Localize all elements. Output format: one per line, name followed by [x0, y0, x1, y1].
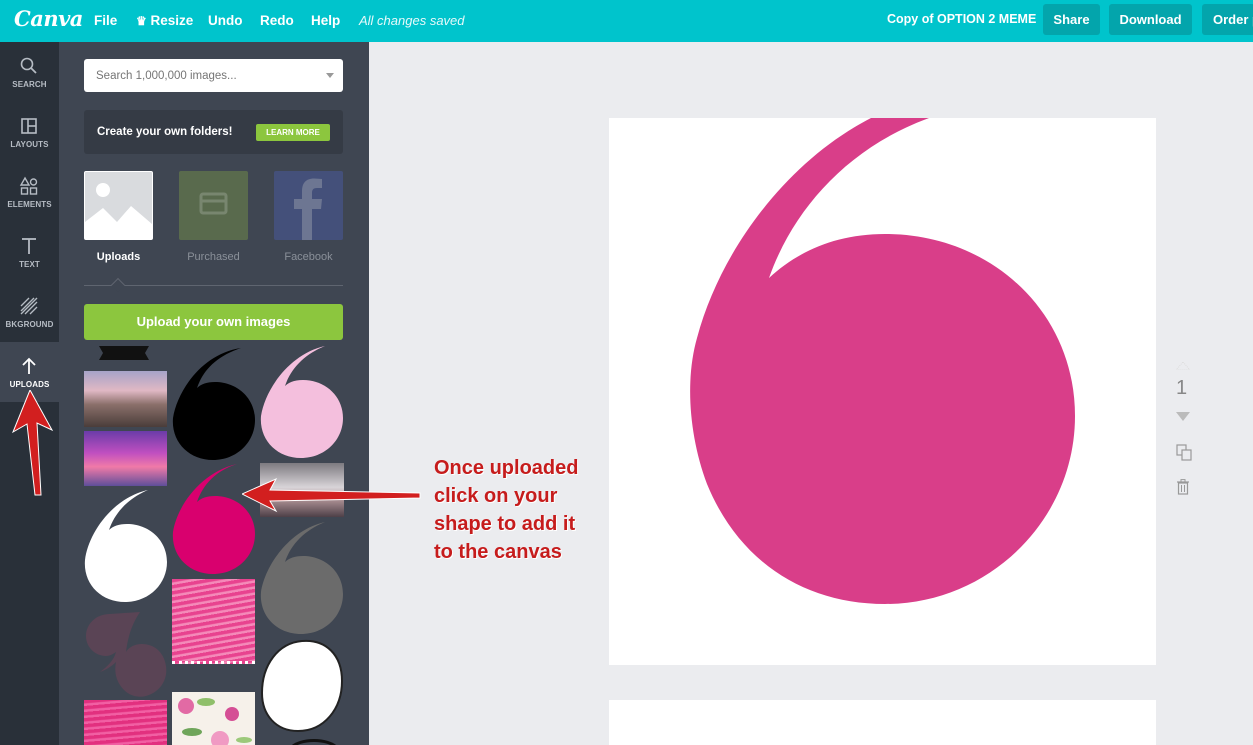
search-input[interactable] [84, 59, 343, 92]
design-page[interactable] [609, 118, 1156, 665]
facebook-icon [294, 178, 322, 240]
top-bar: Canva File ♛ Resize Undo Redo Help All c… [0, 0, 1253, 42]
elements-icon [19, 176, 38, 195]
undo-button[interactable]: Undo [208, 13, 243, 28]
resize-label: Resize [150, 13, 194, 28]
rail-item-background[interactable]: BKGROUND [0, 282, 59, 342]
trash-icon[interactable] [1176, 479, 1190, 495]
gray-quote-shape-thumbnail[interactable] [259, 520, 345, 636]
design-page-2[interactable] [609, 700, 1156, 745]
magenta-texture-thumbnail[interactable] [84, 700, 167, 745]
dark-quote-shape-thumbnail[interactable] [84, 606, 170, 698]
layouts-icon [21, 118, 37, 134]
pink-wave-pattern-thumbnail[interactable] [172, 579, 255, 664]
file-menu[interactable]: File [94, 13, 117, 28]
facebook-source-label: Facebook [284, 251, 333, 263]
white-blob-shape-thumbnail[interactable] [260, 637, 344, 735]
share-button[interactable]: Share [1043, 4, 1100, 35]
upload-images-button[interactable]: Upload your own images [84, 304, 343, 340]
folders-promo: Create your own folders! LEARN MORE [84, 110, 343, 154]
floral-pattern-thumbnail[interactable] [172, 692, 255, 745]
annotation-line: to the canvas [434, 541, 562, 563]
banner-ribbon-thumbnail[interactable] [99, 346, 149, 360]
order-prints-button[interactable]: Order p [1202, 4, 1253, 35]
black-outline-shape-thumbnail[interactable] [289, 736, 339, 745]
resize-menu[interactable]: ♛ Resize [136, 13, 193, 28]
page-number: 1 [1176, 377, 1188, 399]
document-title[interactable]: Copy of OPTION 2 MEME [887, 12, 1036, 26]
canva-logo[interactable]: Canva [14, 6, 83, 31]
rail-label: TEXT [19, 260, 40, 269]
text-icon [22, 238, 36, 254]
background-icon [20, 297, 38, 315]
active-source-notch [110, 277, 126, 293]
image-placeholder-icon [85, 183, 152, 239]
redo-button[interactable]: Redo [260, 13, 294, 28]
rail-item-search[interactable]: SEARCH [0, 42, 59, 102]
rail-label: ELEMENTS [7, 200, 52, 209]
upload-arrow-icon [22, 357, 36, 374]
annotation-line: shape to add it [434, 513, 576, 535]
red-arrow-left-icon [242, 477, 421, 513]
move-page-down-icon[interactable] [1176, 412, 1190, 421]
move-page-up-icon[interactable] [1176, 362, 1190, 370]
rail-item-elements[interactable]: ELEMENTS [0, 162, 59, 222]
black-quote-shape-thumbnail[interactable] [171, 344, 257, 462]
uploads-panel: Create your own folders! LEARN MORE Uplo… [59, 42, 369, 745]
purchased-source-tile[interactable] [179, 171, 248, 240]
purchased-source-label: Purchased [187, 251, 240, 263]
floral-pattern-graphic [178, 698, 252, 745]
rail-label: UPLOADS [9, 380, 50, 389]
pink-quote-shape-thumbnail[interactable] [259, 344, 345, 460]
help-menu[interactable]: Help [311, 13, 340, 28]
facebook-source-tile[interactable] [274, 171, 343, 240]
learn-more-button[interactable]: LEARN MORE [256, 124, 330, 141]
pink-quote-shape[interactable] [609, 118, 1156, 665]
annotation-line: Once uploaded [434, 457, 579, 479]
download-button[interactable]: Download [1109, 4, 1192, 35]
purple-sunset-photo-thumbnail[interactable] [84, 431, 167, 486]
rail-label: SEARCH [12, 80, 47, 89]
rail-item-text[interactable]: TEXT [0, 222, 59, 282]
crown-icon: ♛ [136, 14, 147, 28]
save-status: All changes saved [359, 13, 465, 28]
annotation-text: Once uploaded click on your shape to add… [434, 454, 609, 566]
white-quote-shape-thumbnail[interactable] [84, 488, 168, 604]
rail-item-layouts[interactable]: LAYOUTS [0, 102, 59, 162]
rail-label: LAYOUTS [10, 140, 49, 149]
chevron-down-icon[interactable] [326, 73, 334, 78]
red-arrow-up-icon [11, 390, 54, 496]
search-icon [20, 57, 37, 74]
credit-card-icon [199, 192, 228, 215]
uploads-source-label: Uploads [96, 251, 141, 263]
duplicate-page-icon[interactable] [1176, 444, 1192, 461]
sunset-rocks-photo-thumbnail[interactable] [84, 371, 167, 427]
folders-promo-text: Create your own folders! [97, 126, 233, 138]
uploads-source-tile[interactable] [84, 171, 153, 240]
image-search [84, 59, 343, 92]
rail-label: BKGROUND [5, 320, 54, 329]
annotation-line: click on your [434, 485, 558, 507]
